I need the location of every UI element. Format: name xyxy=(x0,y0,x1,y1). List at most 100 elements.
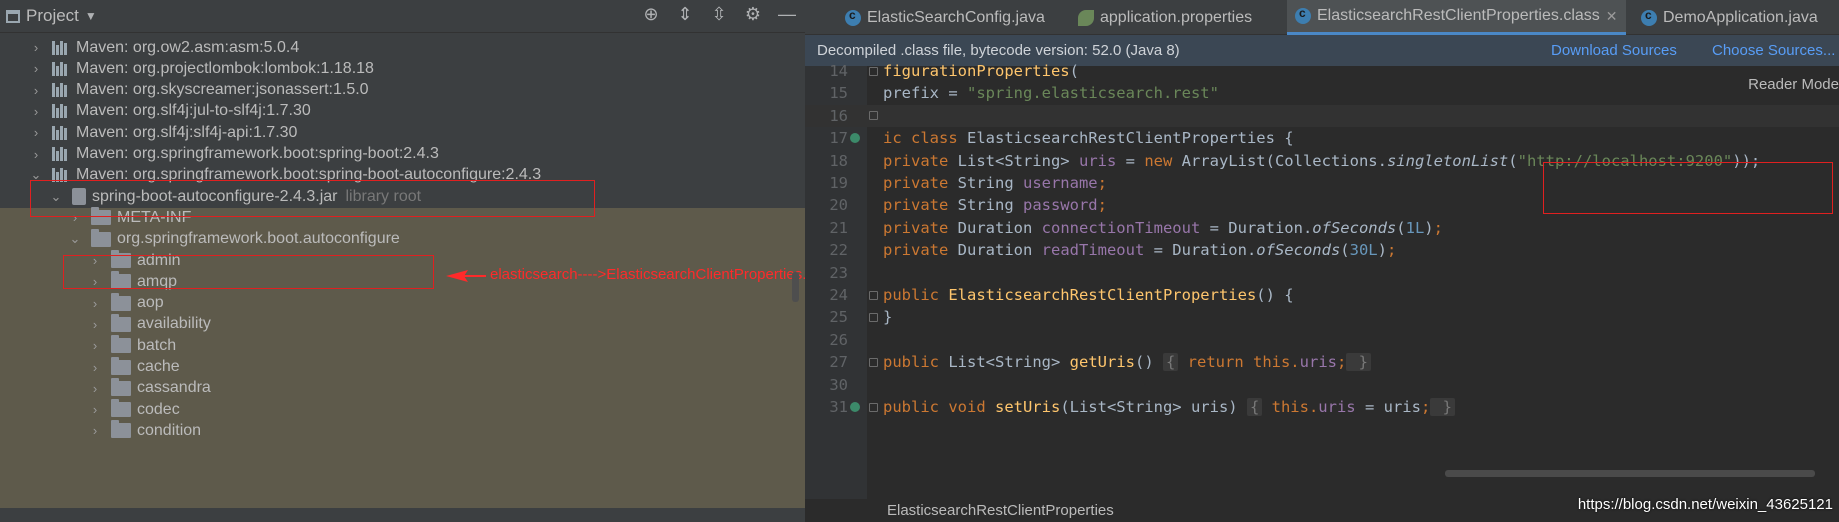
line-number: 22 xyxy=(829,241,848,260)
folder-icon xyxy=(111,335,131,354)
code-token: public void xyxy=(883,398,995,416)
tree-item-label: Maven: org.skyscreamer:jsonassert:1.5.0 xyxy=(76,81,369,99)
folder-icon xyxy=(111,292,131,311)
chevron-right-icon[interactable]: › xyxy=(87,423,103,438)
code-token: ElasticsearchRestClientProperties xyxy=(948,286,1257,304)
reader-mode-button[interactable]: Reader Mode xyxy=(1748,76,1839,93)
code-token: uris xyxy=(1299,353,1337,372)
code-token: private xyxy=(883,151,958,170)
code-line[interactable]: 30 xyxy=(805,374,1839,396)
tab-elasticsearchconfig[interactable]: ElasticSearchConfig.java xyxy=(835,0,1055,35)
fold-marker-icon[interactable] xyxy=(869,66,878,76)
code-line[interactable]: 31 public void setUris(List<String> uris)… xyxy=(805,396,1839,418)
fold-marker-icon[interactable] xyxy=(869,290,878,300)
code-token: ) xyxy=(1424,218,1434,237)
code-line[interactable]: 25} xyxy=(805,306,1839,328)
fold-marker-icon[interactable] xyxy=(869,312,878,322)
fold-marker-icon[interactable] xyxy=(869,357,878,367)
project-view-selector[interactable]: Project ▼ xyxy=(6,6,97,26)
banner-message: Decompiled .class file, bytecode version… xyxy=(817,42,1180,59)
editor-tabs: ElasticSearchConfig.java application.pro… xyxy=(805,0,1839,35)
chevron-right-icon[interactable]: › xyxy=(28,104,44,119)
class-icon xyxy=(1641,8,1657,26)
chevron-right-icon[interactable]: › xyxy=(28,40,44,55)
code-line[interactable]: 14 figurationProperties( xyxy=(805,60,1839,82)
code-area[interactable]: 14 figurationProperties(15 prefix = "sprin… xyxy=(805,62,1839,499)
code-token: } xyxy=(1346,353,1371,372)
code-line[interactable]: 15 prefix = "spring.elasticsearch.rest" xyxy=(805,82,1839,104)
minimize-icon[interactable]: — xyxy=(777,4,797,25)
tree-item-label: batch xyxy=(137,336,177,354)
line-number: 19 xyxy=(829,174,848,192)
class-icon xyxy=(1295,6,1311,24)
code-token: singletonList xyxy=(1386,151,1509,170)
code-text: public ElasticsearchRestClientProperties… xyxy=(883,286,1294,304)
horizontal-scrollbar[interactable] xyxy=(1445,470,1815,477)
code-token: ) xyxy=(1377,241,1387,260)
code-token: return this. xyxy=(1178,353,1300,372)
fold-marker-icon[interactable] xyxy=(869,402,878,412)
code-token: figurationProperties xyxy=(883,62,1070,80)
code-token: ; xyxy=(1420,398,1431,416)
code-token: ; xyxy=(1097,196,1107,215)
chevron-right-icon[interactable]: › xyxy=(87,381,103,396)
project-panel: Project ▼ ⊕ ⇕ ⇳ ⚙ — › Maven: org.ow2.asm:… xyxy=(0,0,805,522)
code-line[interactable]: 16 xyxy=(805,104,1839,127)
code-token: ; xyxy=(1336,353,1347,372)
code-text: private Duration connectionTimeout = Dur… xyxy=(883,219,1443,237)
code-text: public List<String> getUris() { return t… xyxy=(883,353,1371,372)
crosshair-icon[interactable]: ⊕ xyxy=(641,4,661,25)
tab-elasticsearchrestclientproperties[interactable]: ElasticsearchRestClientProperties.class … xyxy=(1287,0,1626,35)
folder-icon xyxy=(111,356,131,375)
chevron-right-icon[interactable]: › xyxy=(28,125,44,140)
code-line[interactable]: 17 ic class ElasticsearchRestClientProper… xyxy=(805,127,1839,149)
code-line[interactable]: 23 xyxy=(805,262,1839,284)
code-line[interactable]: 22 private Duration readTimeout = Duratio… xyxy=(805,239,1839,261)
tree-item[interactable]: › condition xyxy=(0,418,805,443)
code-line[interactable]: 24 public ElasticsearchRestClientProperti… xyxy=(805,284,1839,306)
code-token: public xyxy=(883,353,949,372)
code-token: "spring.elasticsearch.rest" xyxy=(967,84,1219,103)
chevron-right-icon[interactable]: › xyxy=(87,317,103,332)
code-line[interactable]: 21 private Duration connectionTimeout = D… xyxy=(805,217,1839,239)
code-token: String xyxy=(957,174,1023,192)
code-text: private String username; xyxy=(883,174,1107,192)
panel-bottom xyxy=(0,508,805,522)
chevron-right-icon[interactable]: › xyxy=(87,296,103,311)
gear-icon[interactable]: ⚙ xyxy=(743,4,763,25)
close-icon[interactable]: ✕ xyxy=(1606,8,1618,25)
chevron-right-icon[interactable]: › xyxy=(28,61,44,76)
chevron-right-icon[interactable]: › xyxy=(28,83,44,98)
code-token: = xyxy=(1116,151,1145,170)
code-token: setUris xyxy=(994,398,1061,416)
tab-application-properties[interactable]: application.properties xyxy=(1068,0,1262,35)
annotation-text: elasticsearch---->ElasticsearchClientPro… xyxy=(490,266,805,283)
override-gutter-icon[interactable] xyxy=(850,133,860,144)
fold-marker-icon[interactable] xyxy=(869,111,878,121)
folder-icon xyxy=(111,313,131,332)
expand-all-icon[interactable]: ⇕ xyxy=(675,4,695,25)
tab-demoapplication[interactable]: DemoApplication.java xyxy=(1633,0,1826,35)
chevron-right-icon[interactable]: › xyxy=(87,338,103,353)
folder-icon xyxy=(111,377,131,396)
code-token: ; xyxy=(1433,218,1443,237)
override-gutter-icon[interactable] xyxy=(850,402,860,412)
code-token: private xyxy=(883,241,958,260)
chevron-right-icon[interactable]: › xyxy=(87,360,103,375)
code-token: private xyxy=(883,174,958,192)
code-line[interactable]: 27 public List<String> getUris() { return… xyxy=(805,351,1839,373)
line-number: 21 xyxy=(829,218,848,237)
chevron-right-icon[interactable]: › xyxy=(87,402,103,417)
line-number: 25 xyxy=(829,308,848,327)
line-number: 27 xyxy=(829,353,848,372)
chevron-down-icon[interactable]: ⌄ xyxy=(67,231,83,247)
editor-panel: ElasticSearchConfig.java application.pro… xyxy=(805,0,1839,522)
code-line[interactable]: 26 xyxy=(805,329,1839,351)
scrollbar-thumb[interactable] xyxy=(792,272,799,302)
choose-sources-link[interactable]: Choose Sources... xyxy=(1712,42,1835,59)
download-sources-link[interactable]: Download Sources xyxy=(1551,42,1677,59)
chevron-right-icon[interactable]: › xyxy=(28,147,44,162)
breadcrumb-class[interactable]: ElasticsearchRestClientProperties xyxy=(887,502,1114,519)
collapse-all-icon[interactable]: ⇳ xyxy=(709,4,729,25)
code-token: password xyxy=(1022,196,1098,215)
